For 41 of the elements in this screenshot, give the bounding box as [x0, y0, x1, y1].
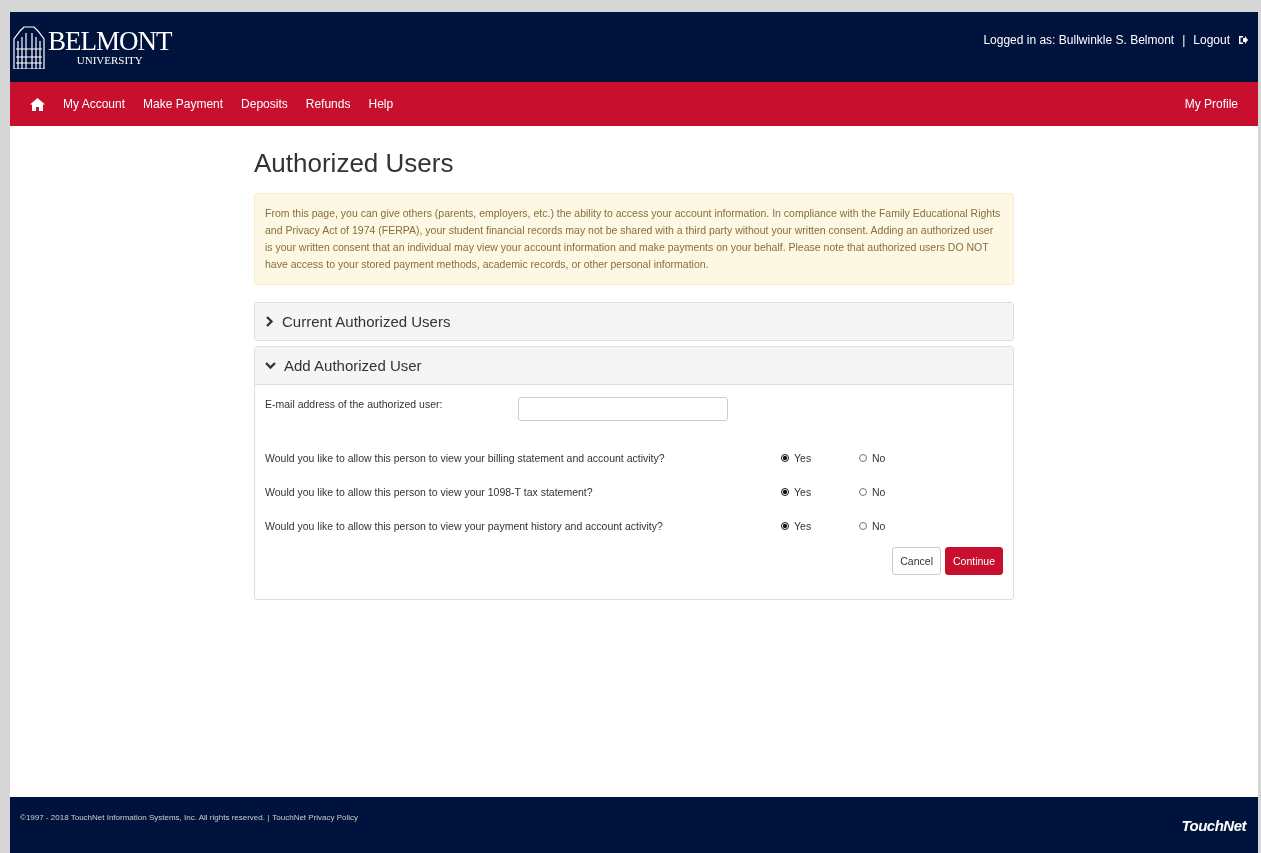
logout-link[interactable]: Logout	[1193, 33, 1230, 47]
radio-option[interactable]: Yes	[781, 520, 859, 532]
nav-link[interactable]: Deposits	[241, 97, 288, 111]
logo-subtitle: UNIVERSITY	[76, 55, 143, 66]
panel-title: Add Authorized User	[284, 357, 422, 374]
radio-option[interactable]: Yes	[781, 486, 859, 498]
radio-option[interactable]: No	[859, 452, 937, 464]
panel-header[interactable]: Current Authorized Users	[255, 303, 1013, 340]
radio-button[interactable]	[781, 488, 789, 496]
footer-logo: TouchNet	[1181, 816, 1246, 834]
nav-link[interactable]: Help	[368, 97, 394, 111]
email-field[interactable]	[518, 397, 728, 421]
nav-link[interactable]: Refunds	[305, 97, 351, 111]
radio-option[interactable]: Yes	[781, 452, 859, 464]
privacy-link[interactable]: TouchNet Privacy Policy	[272, 812, 359, 822]
cancel-button[interactable]: Cancel	[892, 547, 941, 575]
copyright-text: ©1997 - 2018 TouchNet Information Systems, Inc. All rights reserved. |	[20, 812, 270, 822]
panel-header[interactable]: Add Authorized User	[255, 347, 1013, 385]
question-text: Would you like to allow this person to view your 1098-T tax statement?	[265, 486, 594, 498]
continue-button[interactable]: Continue	[944, 547, 1003, 575]
page-title: Authorized Users	[254, 148, 455, 179]
nav-link[interactable]: Make Payment	[143, 97, 224, 111]
home-icon[interactable]	[30, 97, 45, 111]
question-text: Would you like to allow this person to view your billing statement and account activity?	[265, 452, 666, 464]
nav-link[interactable]: My Account	[63, 97, 126, 111]
notice-text: From this page, you can give others (parents, employers, etc.) the ability to access your account information. In compliance with the Family Educational Rights and Privacy Act of 1974 (FERPA), your student financial records may not be shared with a third party without your written consent. Adding an authorized user is your written consent that an individual may view your account information and make payments on your behalf. Please note that authorized users DO NOT have access to your stored payment methods, academic records, or other personal information.	[254, 193, 1014, 285]
logged-in-text: Logged in as: Bullwinkle S. Belmont	[983, 33, 1175, 47]
radio-button[interactable]	[781, 522, 789, 530]
separator: |	[1182, 33, 1186, 47]
tower-icon	[12, 25, 46, 69]
logout-icon[interactable]	[1238, 35, 1248, 45]
radio-option[interactable]: No	[859, 520, 937, 532]
chevron-right-icon	[265, 316, 274, 327]
profile-link[interactable]: My Profile	[1184, 97, 1238, 111]
radio-button[interactable]	[781, 454, 789, 462]
chevron-down-icon	[265, 361, 276, 370]
email-label: E-mail address of the authorized user:	[265, 398, 444, 410]
question-text: Would you like to allow this person to view your payment history and account activity?	[265, 520, 664, 532]
radio-option[interactable]: No	[859, 486, 937, 498]
panel-title: Current Authorized Users	[282, 313, 451, 330]
logo-name: BELMONT	[48, 28, 172, 55]
